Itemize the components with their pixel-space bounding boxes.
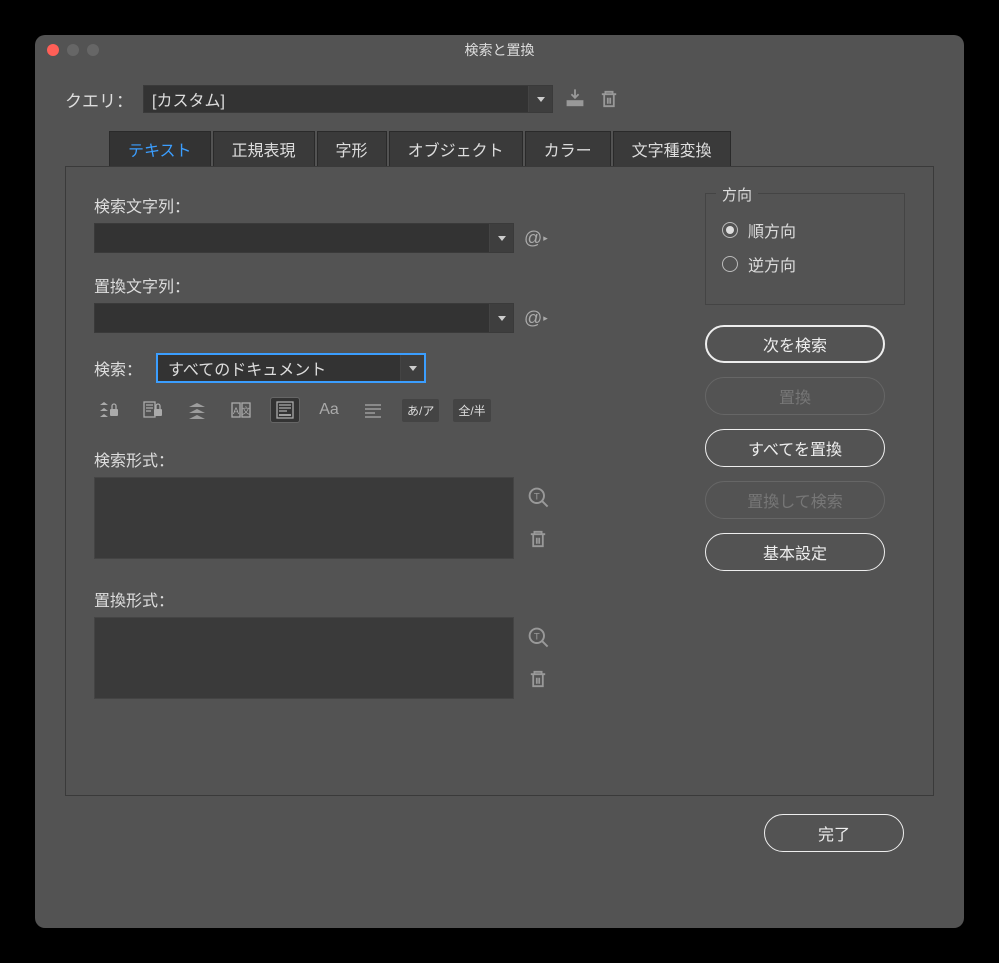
svg-text:T: T [534, 631, 540, 642]
radio-icon [722, 222, 738, 238]
replace-format-clear-icon[interactable] [526, 667, 550, 691]
right-column: 方向 順方向 逆方向 次を検索 置換 すべてを置換 置換して検索 基本設定 [705, 193, 905, 769]
find-special-chars-icon[interactable]: @ [524, 228, 548, 249]
replace-format-label: 置換形式： [94, 587, 675, 611]
find-input-combo[interactable] [94, 223, 514, 253]
case-sensitive-icon[interactable]: Aa [314, 397, 344, 423]
replace-dropdown-button[interactable] [489, 304, 513, 332]
search-scope-combo[interactable]: すべてのドキュメント [156, 353, 426, 383]
tabs: テキスト 正規表現 字形 オブジェクト カラー 文字種変換 [109, 131, 934, 166]
direction-forward-label: 順方向 [748, 218, 796, 242]
basic-settings-button[interactable]: 基本設定 [705, 533, 885, 571]
titlebar: 検索と置換 [35, 35, 964, 65]
find-format-clear-icon[interactable] [526, 527, 550, 551]
panel: 検索文字列： @ 置換文字列： @ 検 [65, 166, 934, 796]
svg-text:T: T [534, 491, 540, 502]
tab-glyph[interactable]: 字形 [317, 131, 387, 166]
delete-query-icon[interactable] [597, 87, 621, 111]
replace-format-specify-icon[interactable]: T [526, 625, 550, 649]
content: クエリ： [カスタム] テキスト 正規表現 字形 オブジェクト カラー 文字種変… [35, 65, 964, 872]
find-replace-window: 検索と置換 クエリ： [カスタム] テキスト 正規表現 字形 オブジェクト カラ… [35, 35, 964, 928]
replace-label: 置換文字列： [94, 273, 675, 297]
replace-input[interactable] [95, 304, 489, 332]
direction-forward-radio[interactable]: 順方向 [722, 218, 888, 242]
window-title: 検索と置換 [35, 40, 964, 60]
replace-button[interactable]: 置換 [705, 377, 885, 415]
search-scope-value: すべてのドキュメント [158, 356, 400, 380]
hidden-layers-icon[interactable] [182, 397, 212, 423]
query-label: クエリ： [65, 87, 133, 112]
kana-sensitive-icon[interactable]: あ/ア [402, 399, 439, 422]
replace-format-box[interactable] [94, 617, 514, 699]
locked-stories-icon[interactable] [138, 397, 168, 423]
left-column: 検索文字列： @ 置換文字列： @ 検 [94, 193, 675, 769]
direction-backward-label: 逆方向 [748, 252, 796, 276]
find-format-box[interactable] [94, 477, 514, 559]
search-scope-label: 検索： [94, 356, 142, 380]
replace-input-combo[interactable] [94, 303, 514, 333]
width-sensitive-icon[interactable]: 全/半 [453, 399, 490, 422]
find-input[interactable] [95, 224, 489, 252]
find-format-label: 検索形式： [94, 447, 675, 471]
save-query-icon[interactable] [563, 87, 587, 111]
options-toolbar: A文 Aa あ/ア 全/半 [94, 397, 675, 423]
done-button[interactable]: 完了 [764, 814, 904, 852]
direction-fieldset: 方向 順方向 逆方向 [705, 193, 905, 305]
locked-layers-icon[interactable] [94, 397, 124, 423]
whole-word-icon[interactable] [358, 397, 388, 423]
tab-transliterate[interactable]: 文字種変換 [613, 131, 731, 166]
tab-color[interactable]: カラー [525, 131, 611, 166]
radio-icon [722, 256, 738, 272]
find-format-specify-icon[interactable]: T [526, 485, 550, 509]
tab-object[interactable]: オブジェクト [389, 131, 523, 166]
replace-find-button[interactable]: 置換して検索 [705, 481, 885, 519]
query-combo[interactable]: [カスタム] [143, 85, 553, 113]
master-pages-icon[interactable]: A文 [226, 397, 256, 423]
direction-legend: 方向 [716, 184, 758, 205]
svg-text:文: 文 [241, 405, 250, 416]
tab-text[interactable]: テキスト [109, 131, 211, 166]
query-value: [カスタム] [144, 87, 528, 111]
query-dropdown-button[interactable] [528, 86, 552, 112]
find-next-button[interactable]: 次を検索 [705, 325, 885, 363]
scope-dropdown-button[interactable] [400, 355, 424, 381]
tab-regex[interactable]: 正規表現 [213, 131, 315, 166]
replace-special-chars-icon[interactable]: @ [524, 308, 548, 329]
find-dropdown-button[interactable] [489, 224, 513, 252]
replace-all-button[interactable]: すべてを置換 [705, 429, 885, 467]
footnotes-icon[interactable] [270, 397, 300, 423]
direction-backward-radio[interactable]: 逆方向 [722, 252, 888, 276]
find-label: 検索文字列： [94, 193, 675, 217]
svg-text:A: A [233, 406, 239, 416]
